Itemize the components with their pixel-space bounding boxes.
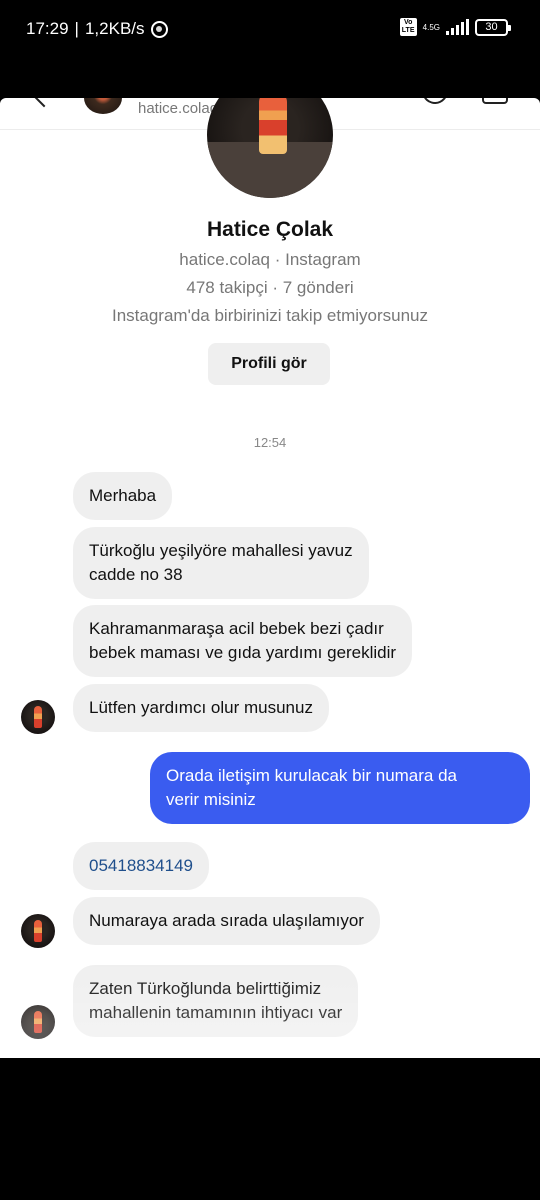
message-line: Kahramanmaraşa acil bebek bezi çadır — [89, 619, 384, 638]
message-bubble-phone[interactable]: 05418834149 — [73, 842, 210, 890]
message-line: Orada iletişim kurulacak bir numara da — [166, 766, 458, 785]
status-separator: | — [74, 19, 79, 38]
header-username[interactable]: hatice.colaq — [138, 100, 218, 117]
network-type: 4.5G — [422, 22, 440, 32]
video-call-icon[interactable] — [482, 98, 508, 104]
sender-avatar[interactable] — [21, 700, 55, 734]
message-line: Türkoğlu yeşilyöre mahallesi yavuz — [89, 541, 353, 560]
status-bar: 17:29 | 1,2KB/s Vo LTE 4.5G 30 — [0, 0, 540, 60]
message-line: Zaten Türkoğlunda belirttiğimiz — [89, 979, 322, 998]
message-line: verir misiniz — [166, 790, 256, 809]
message-bubble[interactable]: Türkoğlu yeşilyöre mahallesi yavuz cadde… — [73, 527, 369, 599]
status-left: 17:29 | 1,2KB/s — [26, 19, 168, 39]
message-line: Lütfen yardımcı olur musunuz — [89, 698, 313, 717]
whatsapp-icon — [150, 20, 168, 38]
chat-timestamp: 12:54 — [253, 435, 287, 450]
profile-name: Hatice Çolak — [206, 218, 334, 241]
message-bubble[interactable]: Lütfen yardımcı olur musunuz — [73, 684, 329, 732]
message-bubble[interactable]: Zaten Türkoğlunda belirttiğimiz mahallen… — [73, 965, 359, 1037]
status-time: 17:29 — [26, 19, 69, 38]
profile-avatar[interactable] — [207, 98, 333, 198]
status-right: Vo LTE 4.5G 30 — [399, 18, 511, 36]
signal-icon — [446, 19, 469, 35]
message-line: cadde no 38 — [89, 565, 183, 584]
message-bubble[interactable]: Numaraya arada sırada ulaşılamıyor — [73, 897, 380, 945]
view-profile-button[interactable]: Profili gör — [208, 343, 330, 385]
message-line: Merhaba — [89, 486, 157, 505]
message-line: bebek maması ve gıda yardımı gereklidir — [89, 643, 397, 662]
status-net-speed: 1,2KB/s — [84, 19, 145, 38]
chat-screen: hatice.colaq Hatice Çolak hatice.colaq ·… — [0, 98, 540, 1058]
profile-handle: hatice.colaq · Instagram — [179, 250, 361, 269]
sender-avatar[interactable] — [21, 914, 55, 948]
battery-icon: 30 — [475, 18, 511, 36]
header-avatar[interactable] — [84, 98, 122, 114]
message-line: mahallenin tamamının ihtiyacı var — [89, 1003, 343, 1022]
message-bubble-outgoing[interactable]: Orada iletişim kurulacak bir numara da v… — [150, 752, 530, 824]
phone-call-icon[interactable] — [418, 98, 452, 108]
volte-badge: Vo LTE — [399, 18, 417, 36]
message-bubble[interactable]: Merhaba — [73, 472, 173, 520]
message-bubble[interactable]: Kahramanmaraşa acil bebek bezi çadır beb… — [73, 605, 413, 677]
follow-status: Instagram'da birbirinizi takip etmiyorsu… — [112, 306, 428, 325]
back-icon[interactable] — [32, 98, 56, 108]
phone-number-link[interactable]: 05418834149 — [89, 856, 193, 875]
message-line: Numaraya arada sırada ulaşılamıyor — [89, 911, 364, 930]
sender-avatar[interactable] — [21, 1005, 55, 1039]
profile-stats: 478 takipçi · 7 gönderi — [186, 278, 354, 297]
battery-level: 30 — [485, 20, 498, 33]
